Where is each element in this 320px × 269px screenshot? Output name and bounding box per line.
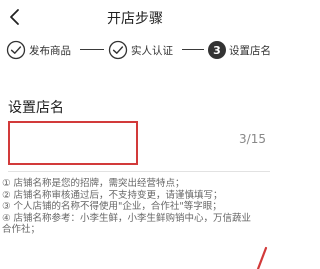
char-counter: 3/15 <box>239 132 266 146</box>
step-label: 实人认证 <box>131 44 173 57</box>
page-title: 开店步骤 <box>107 11 163 27</box>
input-divider <box>8 171 270 172</box>
step-number-badge: 3 <box>208 41 226 59</box>
shop-name-input[interactable] <box>10 123 136 163</box>
open-shop-steps-page: 开店步骤 发布商品 实人认证 3 设置店名 设置店名 3/15 ① 店铺名称是您… <box>0 0 270 269</box>
rule-item: ① 店铺名称是您的招牌，需突出经营特点； <box>2 178 185 189</box>
shop-name-field-highlight <box>8 121 138 165</box>
progress-steps: 发布商品 实人认证 3 设置店名 <box>0 38 270 62</box>
step-connector <box>80 49 104 50</box>
check-circle-icon <box>6 40 26 60</box>
annotation-stroke-icon <box>256 246 268 269</box>
step-set-shop-name: 3 设置店名 <box>208 38 270 62</box>
shop-name-label: 设置店名 <box>8 100 64 116</box>
step-identity-verification: 实人认证 <box>108 38 173 62</box>
step-label: 发布商品 <box>29 44 71 57</box>
rule-item: ② 店铺名称审核通过后，不支持变更，请谨慎填写； <box>2 189 223 201</box>
step-connector <box>182 49 204 50</box>
naming-rules: ① 店铺名称是您的招牌，需突出经营特点； ② 店铺名称审核通过后，不支持变更，请… <box>2 178 264 236</box>
step-publish-product: 发布商品 <box>6 38 71 62</box>
rule-item: ④ 店铺名称参考：小李生鲜，小李生鲜购销中心，万信蔬业 <box>2 212 252 224</box>
step-label: 设置店名 <box>229 44 270 57</box>
rule-item: ③ 个人店铺的名称不得使用"企业，合作社"等字眼； <box>2 201 222 212</box>
check-circle-icon <box>108 40 128 60</box>
rule-item: 合作社； <box>2 224 41 235</box>
navigation-bar: 开店步骤 <box>0 0 270 34</box>
